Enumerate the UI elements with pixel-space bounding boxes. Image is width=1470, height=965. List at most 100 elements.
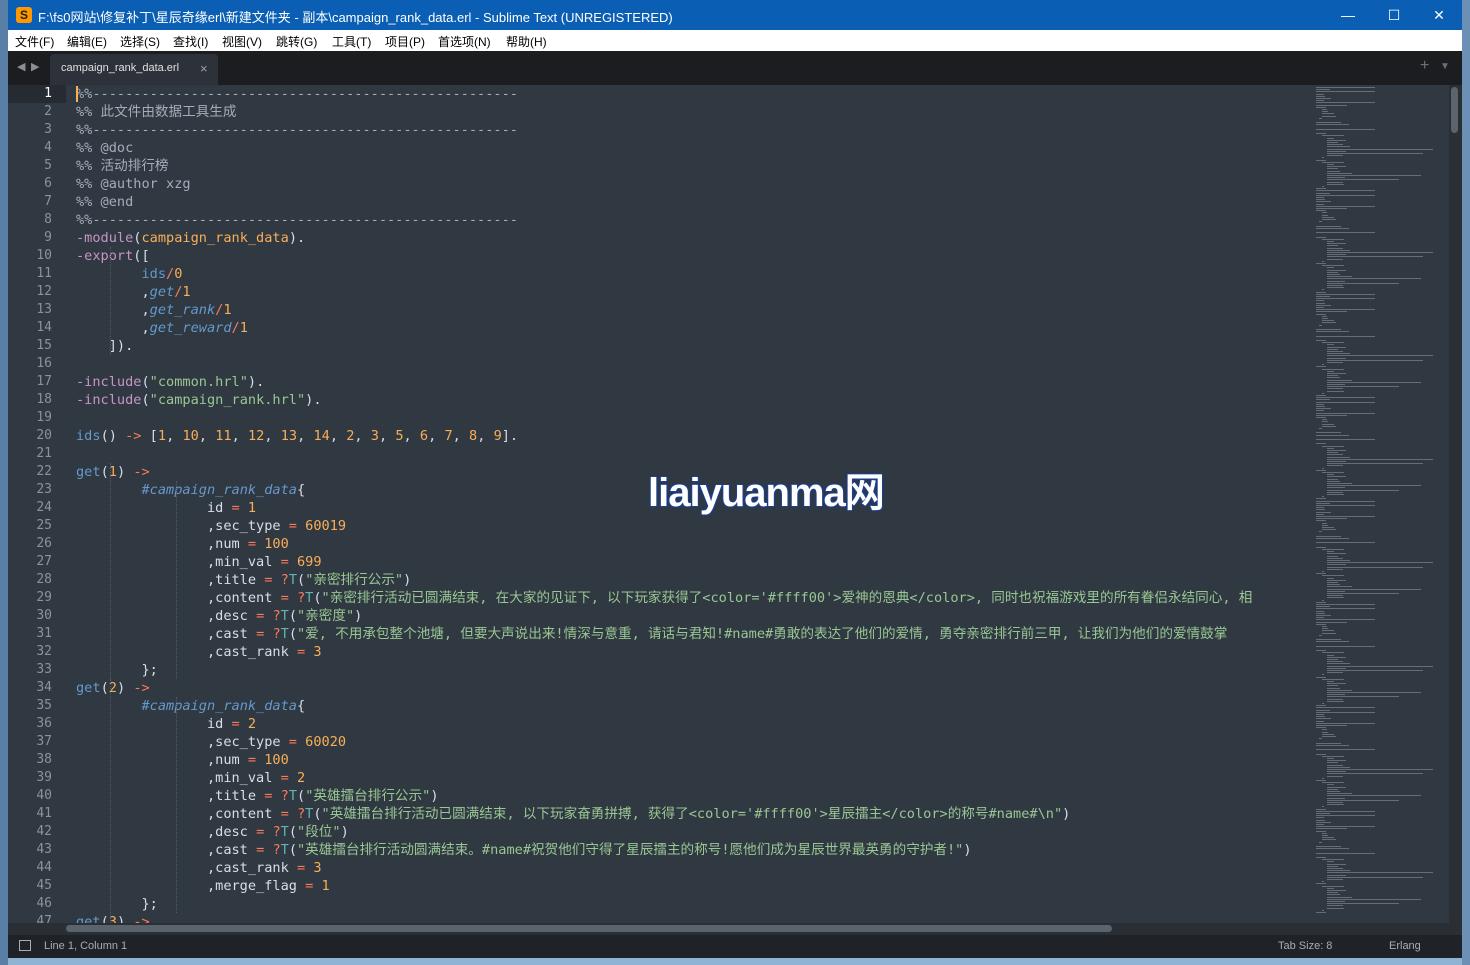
- minimap-line: [1327, 700, 1344, 702]
- code-token: ,: [403, 428, 420, 444]
- horizontal-scroll-thumb[interactable]: [66, 925, 1112, 932]
- minimap-line: [1316, 194, 1376, 196]
- minimap-line: [1316, 395, 1326, 396]
- minimap-line: [1321, 219, 1336, 220]
- line-number: 2: [44, 104, 52, 119]
- minimap-line: [1321, 161, 1344, 163]
- minimap-line: [1316, 208, 1347, 209]
- minimap-line: [1316, 128, 1376, 130]
- code-token: -export: [76, 248, 134, 264]
- tab-nav-right-icon[interactable]: ▶: [31, 60, 39, 73]
- minimap-line: [1316, 720, 1324, 722]
- minimap-line: [1327, 786, 1346, 788]
- panel-toggle-icon[interactable]: [19, 940, 31, 951]
- minimap-line: [1316, 546, 1326, 548]
- menu-edit[interactable]: 编辑(E): [67, 33, 107, 50]
- code-token: ,: [264, 428, 281, 444]
- minimap-line: [1321, 212, 1328, 214]
- tab-close-icon[interactable]: ×: [200, 61, 208, 76]
- menu-selection[interactable]: 选择(S): [120, 33, 160, 50]
- code-token: =: [280, 590, 289, 606]
- minimap-line: [1327, 155, 1343, 157]
- tab-nav-left-icon[interactable]: ◀: [17, 60, 25, 73]
- code-line: %% @doc: [76, 139, 133, 157]
- minimap-line: [1316, 313, 1326, 315]
- minimap-line: [1316, 819, 1325, 821]
- code-token: ,: [76, 284, 150, 300]
- line-number: 22: [36, 464, 52, 479]
- tab-campaign-rank-data[interactable]: campaign_rank_data.erl ×: [50, 54, 218, 85]
- code-token: T: [280, 842, 289, 858]
- menu-preferences[interactable]: 首选项(N): [438, 33, 491, 50]
- minimap-line: [1327, 762, 1339, 764]
- code-token: 1: [321, 878, 330, 894]
- title-bar[interactable]: S F:\fs0网站\修复补丁\星辰奇缘erl\新建文件夹 - 副本\campa…: [8, 0, 1462, 30]
- code-token: [: [141, 428, 158, 444]
- vertical-scrollbar[interactable]: [1449, 85, 1462, 923]
- code-token: ): [116, 464, 134, 480]
- minimize-button[interactable]: —: [1325, 0, 1371, 30]
- code-line: ,get/1: [76, 283, 190, 301]
- minimap-line: [1321, 733, 1334, 735]
- minimap-line: [1327, 872, 1433, 874]
- menu-project[interactable]: 项目(P): [385, 33, 425, 50]
- menu-find[interactable]: 查找(I): [173, 33, 208, 50]
- new-tab-icon[interactable]: +: [1420, 57, 1429, 75]
- code-token: /: [231, 320, 240, 336]
- code-token: ,: [198, 428, 216, 444]
- code-token: %% @author xzg: [76, 176, 191, 192]
- minimap-line: [1327, 381, 1421, 383]
- minimap-line: [1327, 689, 1353, 691]
- minimap-line: [1327, 256, 1423, 258]
- menu-help[interactable]: 帮助(H): [506, 33, 547, 50]
- minimap-line: [1327, 463, 1423, 465]
- code-token: get_reward: [149, 320, 232, 336]
- minimap-line: [1316, 232, 1376, 234]
- minimap-line: [1318, 738, 1323, 740]
- minimap-line: [1321, 113, 1334, 115]
- minimap-line: [1321, 835, 1329, 836]
- tab-list-icon[interactable]: ▼: [1440, 61, 1450, 72]
- desktop-edge-right: [1462, 0, 1470, 965]
- menu-file[interactable]: 文件(F): [15, 33, 54, 50]
- minimap-line: [1321, 881, 1324, 883]
- menu-tools[interactable]: 工具(T): [332, 33, 371, 50]
- minimap-line: [1327, 903, 1399, 905]
- minimap-line: [1327, 452, 1339, 454]
- minimap-line: [1316, 406, 1325, 407]
- menu-view[interactable]: 视图(V): [222, 33, 262, 50]
- line-number: 23: [36, 482, 52, 497]
- code-line: };: [76, 895, 157, 913]
- minimap-line: [1316, 817, 1324, 819]
- minimap-line: [1327, 890, 1346, 891]
- code-line: ,title = ?T("亲密排行公示"): [76, 571, 411, 589]
- horizontal-scrollbar[interactable]: [8, 923, 1462, 935]
- minimap-line: [1321, 571, 1324, 572]
- line-number: 18: [36, 392, 52, 407]
- minimap-line: [1327, 450, 1346, 451]
- code-token: (: [141, 392, 150, 408]
- minimap-line: [1316, 604, 1376, 605]
- vertical-scroll-thumb[interactable]: [1451, 87, 1458, 133]
- minimap-line: [1316, 621, 1347, 623]
- close-window-button[interactable]: ✕: [1416, 0, 1462, 30]
- minimap-line: [1316, 366, 1326, 368]
- minimap-line: [1316, 302, 1325, 304]
- code-token: ,: [329, 428, 347, 444]
- maximize-button[interactable]: ☐: [1371, 0, 1417, 30]
- minimap[interactable]: [1308, 85, 1448, 923]
- syntax-selector[interactable]: Erlang: [1389, 940, 1421, 952]
- minimap-line: [1321, 238, 1344, 240]
- code-token: ,: [354, 428, 371, 444]
- minimap-line: [1327, 868, 1343, 869]
- menu-goto[interactable]: 跳转(G): [276, 33, 317, 50]
- minimap-line: [1321, 342, 1344, 344]
- tab-size-selector[interactable]: Tab Size: 8: [1278, 940, 1332, 952]
- minimap-line: [1327, 564, 1346, 566]
- code-token: ].: [501, 428, 519, 444]
